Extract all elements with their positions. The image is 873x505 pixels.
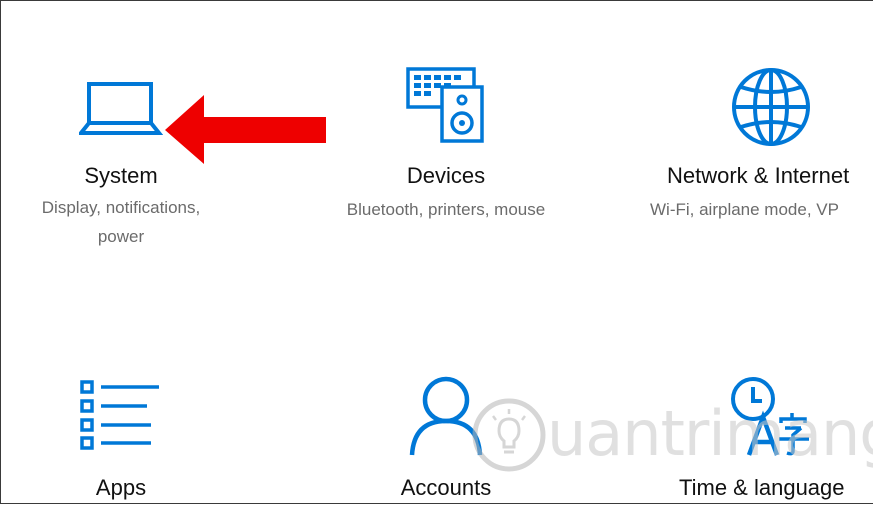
apps-list-icon bbox=[80, 380, 159, 450]
accounts-tile[interactable]: Accounts bbox=[311, 301, 581, 505]
clock-language-icon bbox=[731, 377, 809, 456]
network-internet-description: Wi-Fi, airplane mode, VP bbox=[650, 200, 839, 219]
accounts-title: Accounts bbox=[400, 475, 492, 500]
apps-title: Apps bbox=[95, 475, 147, 500]
system-description-line1: Display, notifications, bbox=[41, 198, 201, 217]
system-description: Display, notifications, power bbox=[1, 193, 241, 251]
apps-tile[interactable]: Apps bbox=[1, 301, 241, 505]
network-internet-title: Network & Internet bbox=[667, 163, 850, 188]
red-arrow-annotation bbox=[165, 95, 326, 164]
devices-title: Devices bbox=[406, 163, 486, 188]
devices-description: Bluetooth, printers, mouse bbox=[346, 200, 546, 219]
settings-window: System Display, notifications, power Dev… bbox=[0, 0, 873, 504]
person-icon bbox=[409, 376, 483, 456]
time-language-title: Time & language bbox=[679, 475, 845, 500]
network-internet-tile[interactable]: Network & Internet Wi-Fi, airplane mode,… bbox=[641, 1, 873, 261]
laptop-icon bbox=[79, 82, 163, 135]
time-language-tile[interactable]: Time & language bbox=[641, 301, 873, 505]
system-description-line2: power bbox=[97, 227, 145, 246]
devices-tile[interactable]: Devices Bluetooth, printers, mouse bbox=[311, 1, 581, 261]
keyboard-speaker-icon bbox=[406, 67, 484, 143]
globe-icon bbox=[732, 68, 810, 146]
